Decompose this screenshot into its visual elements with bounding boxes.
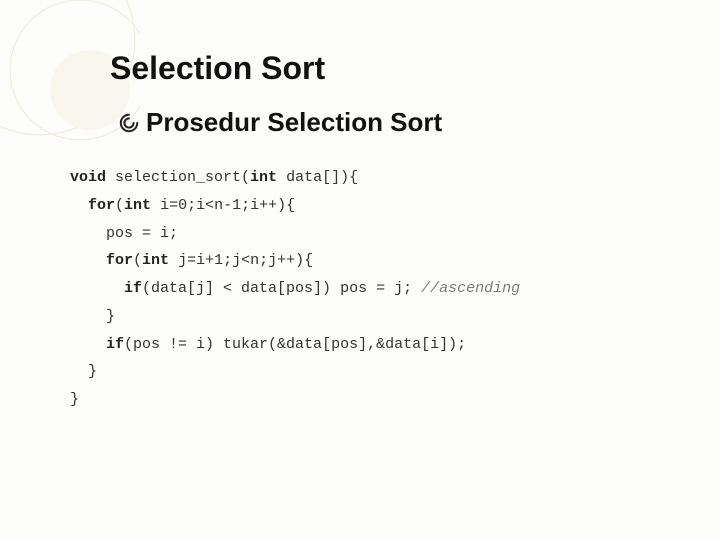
keyword: int <box>142 252 169 269</box>
swirl-bullet-icon <box>118 112 140 134</box>
subtitle-row: Prosedur Selection Sort <box>118 107 680 138</box>
slide-subtitle: Prosedur Selection Sort <box>146 107 442 138</box>
keyword: int <box>124 197 151 214</box>
slide-title: Selection Sort <box>110 50 680 87</box>
keyword: for <box>88 197 115 214</box>
code-text: (data[j] < data[pos]) pos = j; <box>142 280 421 297</box>
code-text: i=0;i<n-1;i++){ <box>151 197 295 214</box>
code-text: } <box>70 363 97 380</box>
code-text: ( <box>133 252 142 269</box>
code-text: ( <box>115 197 124 214</box>
keyword: int <box>250 169 277 186</box>
code-text: } <box>70 308 115 325</box>
code-text: data[]){ <box>277 169 358 186</box>
code-text <box>70 336 106 353</box>
keyword: void <box>70 169 106 186</box>
code-text <box>70 197 88 214</box>
keyword: if <box>124 280 142 297</box>
slide: Selection Sort Prosedur Selection Sort v… <box>0 0 720 540</box>
code-text <box>70 280 124 297</box>
code-text: } <box>70 391 79 408</box>
code-block: void selection_sort(int data[]){ for(int… <box>70 164 680 414</box>
code-text: (pos != i) tukar(&data[pos],&data[i]); <box>124 336 466 353</box>
keyword: if <box>106 336 124 353</box>
code-text <box>70 252 106 269</box>
keyword: for <box>106 252 133 269</box>
code-text: pos = i; <box>70 225 178 242</box>
comment: //ascending <box>421 280 520 297</box>
code-text: j=i+1;j<n;j++){ <box>169 252 313 269</box>
code-text: selection_sort( <box>106 169 250 186</box>
